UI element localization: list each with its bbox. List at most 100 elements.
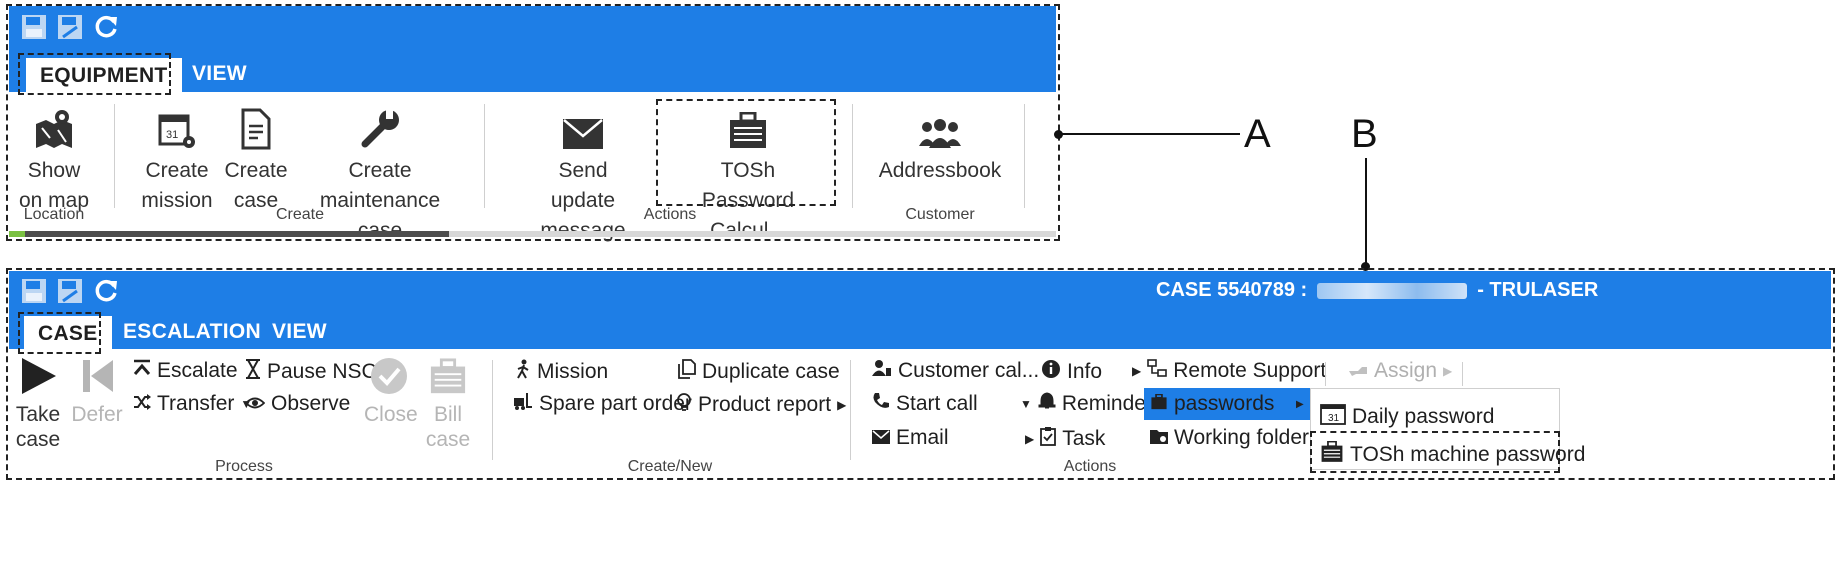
customer-call-button[interactable]: Customer cal... ▼ bbox=[872, 359, 1057, 383]
group-label-customer: Customer bbox=[905, 206, 975, 223]
addressbook-label: Addressbook bbox=[878, 159, 1002, 182]
start-call-label: Start call bbox=[896, 392, 978, 415]
tab-equipment-highlight bbox=[18, 53, 171, 95]
defer-icon bbox=[70, 356, 124, 396]
bill-label-2: case bbox=[425, 428, 471, 451]
pause-nsc-button[interactable]: Pause NSC bbox=[245, 359, 377, 385]
save-close-icon[interactable] bbox=[56, 277, 84, 305]
assign-button[interactable]: Assign ▶ bbox=[1348, 359, 1452, 383]
daily-password-label: Daily password bbox=[1352, 405, 1495, 428]
product-report-label: Product report bbox=[698, 393, 832, 416]
chevron-right-icon[interactable]: ▶ bbox=[1443, 364, 1452, 378]
callout-label-a: A bbox=[1244, 112, 1271, 156]
save-icon[interactable] bbox=[20, 13, 48, 41]
chevron-right-icon[interactable]: ▶ bbox=[1296, 399, 1304, 410]
transfer-button[interactable]: Transfer ▼ bbox=[133, 392, 252, 416]
callout-line-a bbox=[1062, 133, 1240, 135]
email-label: Email bbox=[896, 426, 949, 449]
task-label: Task bbox=[1062, 427, 1106, 450]
callout-line-b bbox=[1365, 158, 1367, 266]
escalate-button[interactable]: Escalate bbox=[133, 359, 238, 383]
walking-person-icon bbox=[515, 359, 531, 385]
remote-support-label: Remote Support bbox=[1173, 359, 1327, 382]
group-label-actions: Actions bbox=[1063, 458, 1117, 475]
escalate-icon bbox=[133, 359, 151, 383]
redacted-customer-name bbox=[1317, 282, 1468, 299]
briefcase-icon bbox=[424, 356, 472, 396]
close-button[interactable]: Close bbox=[364, 356, 418, 428]
callout-label-b: B bbox=[1351, 112, 1378, 156]
defer-label: Defer bbox=[71, 403, 123, 426]
chevron-right-icon[interactable]: ▶ bbox=[837, 398, 846, 412]
bill-label-1: Bill bbox=[433, 403, 462, 426]
maintenance-label-1: Create bbox=[348, 159, 412, 182]
chevron-down-icon[interactable]: ▼ bbox=[1020, 397, 1032, 411]
create-mission-button[interactable]: 31 Create mission bbox=[138, 98, 216, 216]
show-on-map-button[interactable]: Show on map bbox=[14, 98, 94, 216]
progress-fill bbox=[9, 231, 449, 237]
observe-button[interactable]: Observe bbox=[244, 392, 350, 416]
working-folder-button[interactable]: Working folder ▶ bbox=[1150, 426, 1324, 450]
info-label: Info bbox=[1067, 360, 1103, 383]
tab-view[interactable]: VIEW bbox=[272, 320, 327, 344]
forklift-icon bbox=[513, 392, 533, 416]
duplicate-case-button[interactable]: Duplicate case bbox=[678, 359, 840, 385]
envelope-icon bbox=[872, 426, 890, 450]
group-label-create: Create bbox=[275, 206, 325, 223]
case-machine: - TRULASER bbox=[1477, 279, 1599, 301]
tab-escalation[interactable]: ESCALATION bbox=[123, 320, 261, 344]
customer-call-label: Customer cal... bbox=[898, 359, 1040, 382]
task-button[interactable]: ▶ Task bbox=[1025, 426, 1105, 452]
phone-icon bbox=[872, 392, 890, 416]
group-label-create-new: Create/New bbox=[627, 458, 713, 475]
map-icon bbox=[14, 98, 94, 150]
start-call-button[interactable]: Start call bbox=[872, 392, 978, 416]
spare-part-order-button[interactable]: Spare part order bbox=[513, 392, 692, 416]
assign-label: Assign bbox=[1374, 359, 1438, 382]
separator bbox=[484, 104, 485, 208]
pause-label: Pause NSC bbox=[267, 360, 377, 383]
create-case-button[interactable]: Create case bbox=[222, 98, 290, 216]
daily-password-menu-item[interactable]: 31 Daily password bbox=[1320, 403, 1494, 431]
defer-button[interactable]: Defer bbox=[70, 356, 124, 428]
chevron-right-icon[interactable]: ▶ bbox=[1132, 364, 1141, 378]
close-label: Close bbox=[364, 403, 418, 426]
separator bbox=[492, 360, 493, 460]
eye-icon bbox=[244, 392, 266, 416]
refresh-icon[interactable] bbox=[92, 13, 120, 41]
mission-label: Mission bbox=[537, 360, 609, 383]
take-case-button[interactable]: Take case bbox=[14, 356, 62, 452]
save-icon[interactable] bbox=[20, 277, 48, 305]
info-icon bbox=[1041, 359, 1061, 385]
tosh-button-highlight bbox=[656, 99, 836, 206]
refresh-icon[interactable] bbox=[92, 277, 120, 305]
email-button[interactable]: Email bbox=[872, 426, 949, 450]
addressbook-button[interactable]: Addressbook bbox=[870, 98, 1010, 186]
tosh-machine-password-highlight bbox=[1310, 431, 1560, 473]
tab-view[interactable]: VIEW bbox=[192, 62, 247, 86]
remote-support-button[interactable]: ▶ Remote Support bbox=[1132, 359, 1326, 383]
save-close-icon[interactable] bbox=[56, 13, 84, 41]
hand-icon bbox=[1348, 359, 1368, 383]
mission-button[interactable]: Mission bbox=[515, 359, 608, 385]
shuffle-icon bbox=[133, 392, 151, 416]
duplicate-label: Duplicate case bbox=[702, 360, 840, 383]
reminder-label: Reminder bbox=[1061, 392, 1153, 415]
chevron-right-icon[interactable]: ▶ bbox=[1025, 432, 1034, 446]
reminder-button[interactable]: ▼ Reminder bbox=[1020, 392, 1153, 416]
calendar-icon: 31 bbox=[1320, 403, 1346, 431]
progress-start-marker bbox=[9, 231, 25, 237]
take-label-2: case bbox=[15, 428, 61, 451]
lightbulb-icon bbox=[676, 392, 692, 418]
quick-access-toolbar bbox=[20, 277, 120, 305]
info-button[interactable]: Info bbox=[1041, 359, 1102, 385]
bill-case-button[interactable]: Bill case bbox=[424, 356, 472, 452]
check-circle-icon bbox=[364, 356, 414, 396]
separator bbox=[114, 104, 115, 208]
escalate-label: Escalate bbox=[157, 359, 238, 382]
wrench-icon bbox=[298, 98, 462, 150]
quick-access-toolbar bbox=[20, 13, 120, 41]
envelope-icon bbox=[508, 98, 658, 150]
product-report-button[interactable]: Product report ▶ bbox=[676, 392, 846, 418]
separator bbox=[1024, 104, 1025, 208]
